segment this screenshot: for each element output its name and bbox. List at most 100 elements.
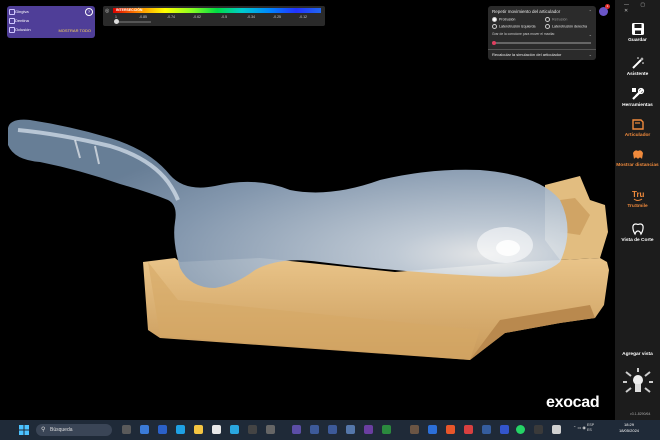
dropdown-chevron-icon[interactable]: ⌄ (589, 32, 592, 37)
layer-row-dentina[interactable]: Dentina (9, 16, 29, 25)
app-icon[interactable] (446, 425, 455, 434)
layer-row-gingiva[interactable]: Gingiva (9, 7, 29, 16)
radio-label: Protrusión (499, 17, 516, 22)
radio-laterotrusion-right[interactable]: Laterotrusión derecha (545, 24, 587, 29)
radio-laterotrusion-left[interactable]: Laterotrusión izquierda (492, 24, 536, 29)
input-language[interactable]: ESP ES (587, 423, 594, 433)
sidebar-item-label: Articulador (624, 133, 651, 138)
view-navigator-icon[interactable] (623, 368, 653, 398)
articulator-title: Repetir movimiento del articulador (492, 9, 561, 14)
app-icon[interactable] (464, 425, 473, 434)
app-icon[interactable] (382, 425, 391, 434)
tray-icons: ⌃ ▭ ◉ (573, 425, 587, 431)
distance-icon (632, 150, 643, 159)
version-label: v3.1-8290/64 (630, 412, 651, 416)
file-explorer-icon[interactable] (194, 425, 203, 434)
articulator-panel: Repetir movimiento del articulador ⌃ Pro… (488, 6, 596, 60)
layer-row-oclusion[interactable]: Oclusión (9, 25, 31, 34)
app-icon[interactable] (266, 425, 275, 434)
layer-label-dentina: Dentina (15, 18, 29, 23)
layer-toggle-dentina[interactable] (9, 18, 15, 24)
taskbar-search[interactable]: ⚲ Búsqueda (36, 424, 112, 436)
sidebar-item-label: Vista de Corte (621, 238, 654, 243)
articulator-slider-track[interactable] (493, 42, 591, 44)
help-icon[interactable]: ? (85, 8, 93, 16)
windows-start-icon[interactable] (19, 425, 29, 435)
app-icon[interactable] (410, 425, 419, 434)
sidebar-item-label: Guardar (628, 38, 647, 43)
scale-tick: -0.62 (193, 15, 201, 19)
sidebar-item-trusmile[interactable]: Tru TruSmile (615, 188, 660, 209)
slider-instruction: Grar de la corncione para mover el maxil… (492, 32, 556, 36)
app-icon[interactable] (230, 425, 239, 434)
collapse-chevron-icon[interactable]: ⌃ (589, 9, 592, 14)
scale-tick: -0.85 (139, 15, 147, 19)
search-icon: ⚲ (41, 427, 46, 433)
task-view-icon[interactable] (122, 425, 131, 434)
scale-tick: -0.5 (221, 15, 228, 19)
whatsapp-icon[interactable] (516, 425, 525, 434)
sidebar-item-label: TruSmile (627, 204, 648, 209)
taskbar-clock[interactable]: 18:29 18/05/2024 (619, 422, 639, 434)
recalculate-simulation-button[interactable]: Recalcular la simulación del articulador (492, 52, 561, 57)
sidebar-item-label: Mostrar distancias (616, 163, 659, 168)
sidebar-item-label: Asistente (626, 72, 649, 77)
app-icon[interactable] (482, 425, 491, 434)
app-icon[interactable] (500, 425, 509, 434)
app-icon[interactable] (428, 425, 437, 434)
sidebar-item-mostrar-distancias[interactable]: Mostrar distancias (615, 147, 660, 168)
layer-toggle-oclusion[interactable] (9, 27, 15, 33)
color-gradient-bar (113, 8, 321, 13)
3d-viewport[interactable] (0, 0, 615, 420)
radio-retrusion[interactable]: Retrusión (545, 17, 567, 22)
app-icon[interactable] (364, 425, 373, 434)
sidebar-item-articulador[interactable]: Articulador (615, 117, 660, 138)
articulator-icon (631, 119, 644, 130)
radio-protrusion[interactable]: Protrusión (492, 17, 515, 22)
system-tray[interactable]: ⌃ ▭ ◉ ESP ES (573, 423, 594, 433)
tools-icon (631, 87, 644, 100)
scale-tick: -0.74 (167, 15, 175, 19)
sidebar-item-vista-de-corte[interactable]: Vista de Corte (615, 222, 660, 243)
layer-label-gingiva: Gingiva (15, 9, 29, 14)
expand-chevron-icon[interactable]: ⌄ (589, 52, 592, 57)
wand-icon (631, 57, 644, 69)
dental-model-render[interactable] (0, 0, 615, 420)
scale-tick: -0.25 (273, 15, 281, 19)
search-placeholder: Búsqueda (50, 427, 73, 433)
scale-ticks: 1 -0.85 -0.74 -0.62 -0.5 -0.34 -0.25 -0.… (113, 15, 321, 20)
sidebar-item-guardar[interactable]: Guardar (615, 22, 660, 43)
app-icon[interactable] (310, 425, 319, 434)
sidebar-item-herramientas[interactable]: Herramientas (615, 87, 660, 108)
show-all-button[interactable]: MOSTRAR TODO (58, 28, 91, 33)
intersection-color-scale: ◎ INTERSECCIÓN 1 -0.85 -0.74 -0.62 -0.5 … (103, 6, 325, 26)
intersection-slider-track[interactable] (115, 21, 151, 23)
add-view-button[interactable]: Agregar vista (615, 350, 660, 357)
app-icon[interactable] (534, 425, 543, 434)
app-icon[interactable] (212, 425, 221, 434)
layer-label-oclusion: Oclusión (15, 27, 31, 32)
app-icon[interactable] (328, 425, 337, 434)
app-icon[interactable] (552, 425, 561, 434)
save-icon (631, 23, 644, 35)
visibility-panel: Gingiva Dentina Oclusión MOSTRAR TODO ? (7, 6, 95, 38)
radio-label: Laterotrusión derecha (552, 24, 587, 29)
app-icon[interactable] (248, 425, 257, 434)
notification-badge: 1 (605, 4, 610, 9)
edge-icon[interactable] (176, 425, 185, 434)
app-icon[interactable] (140, 425, 149, 434)
intersection-slider-handle[interactable] (114, 19, 119, 24)
svg-text:Tru: Tru (632, 190, 645, 199)
app-icon[interactable] (158, 425, 167, 434)
window-controls[interactable]: — ▢ ✕ (624, 2, 660, 14)
layer-toggle-gingiva[interactable] (9, 9, 15, 15)
articulator-slider-handle[interactable] (492, 41, 496, 45)
eye-icon[interactable]: ◎ (105, 8, 109, 14)
radio-label: Laterotrusión izquierda (499, 24, 536, 29)
add-view-label: Agregar vista (622, 352, 653, 357)
app-icon[interactable] (346, 425, 355, 434)
scale-tick: -0.12 (299, 15, 307, 19)
app-icon[interactable] (292, 425, 301, 434)
sidebar-item-asistente[interactable]: Asistente (615, 56, 660, 77)
tooth-section-icon (631, 223, 644, 236)
